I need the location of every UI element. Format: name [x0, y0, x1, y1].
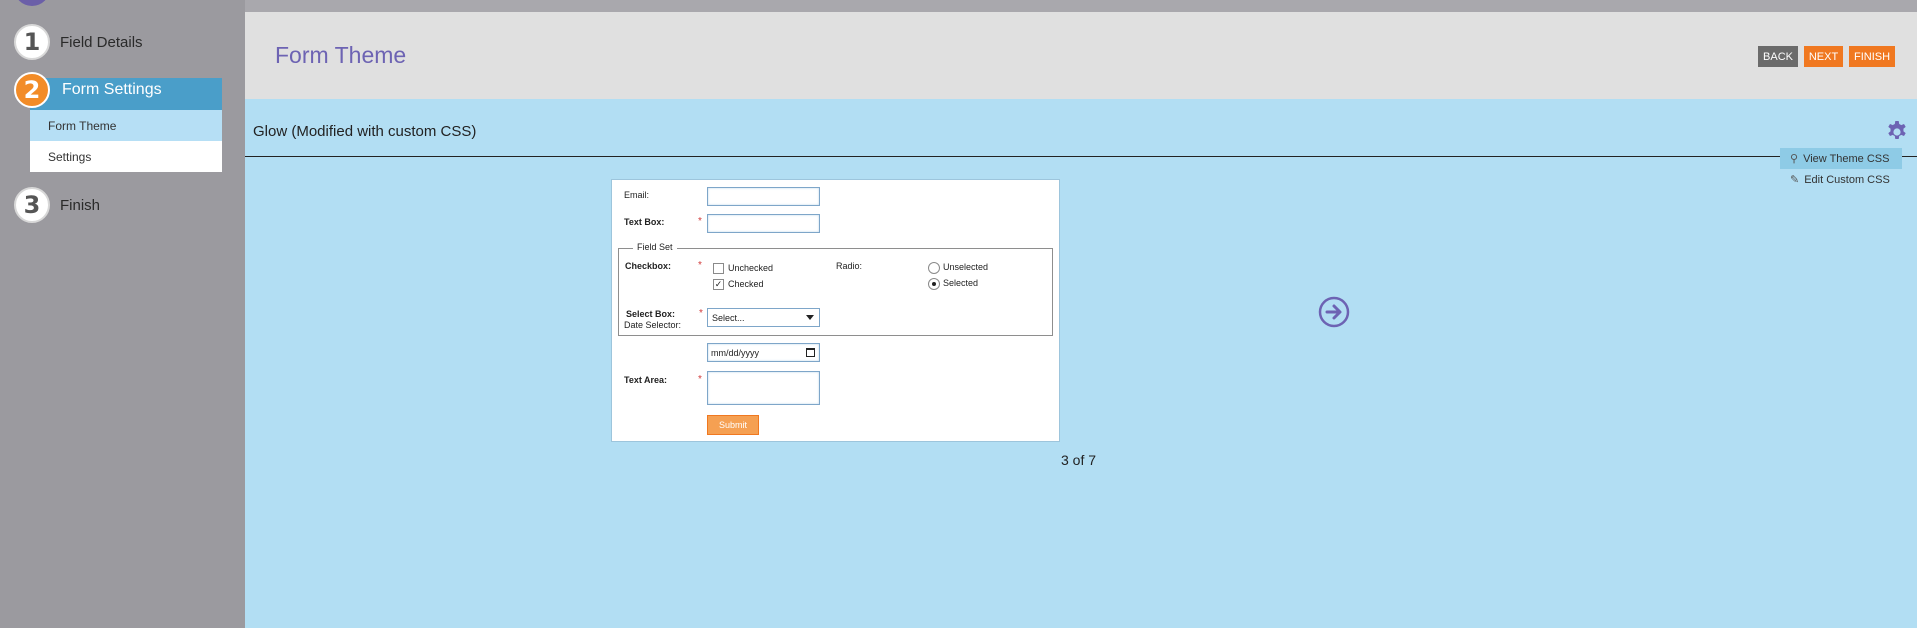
field-set: Field Set Checkbox: * Unchecked ✓ Checke…	[618, 242, 1053, 336]
email-field[interactable]	[707, 187, 820, 206]
next-button[interactable]: NEXT	[1804, 46, 1843, 67]
step-label: Finish	[60, 196, 101, 214]
step-label: Form Settings	[62, 81, 162, 98]
top-strip	[245, 0, 1917, 12]
radio-unselected[interactable]	[928, 262, 940, 274]
step-label: Field Details	[60, 33, 143, 51]
sub-item-settings[interactable]: Settings	[30, 141, 222, 172]
textarea-field[interactable]	[707, 371, 820, 405]
checkbox-checked[interactable]: ✓	[713, 279, 724, 290]
form-preview: Email: Text Box: * Field Set Checkbox: *…	[611, 179, 1060, 442]
checkbox-option-label: Checked	[728, 279, 764, 289]
gear-icon[interactable]	[1885, 120, 1909, 144]
required-mark: *	[698, 374, 702, 385]
textbox-label: Text Box:	[624, 217, 665, 227]
view-theme-css-item[interactable]: ⚲ View Theme CSS	[1780, 148, 1902, 169]
required-mark: *	[698, 260, 702, 271]
checkbox-unchecked[interactable]	[713, 263, 724, 274]
radio-option-label: Selected	[943, 278, 979, 288]
chevron-down-icon	[806, 315, 814, 320]
radio-option-label: Unselected	[943, 262, 989, 272]
checkbox-option-label: Unchecked	[728, 263, 774, 273]
edit-custom-css-item[interactable]: ✎ Edit Custom CSS	[1780, 169, 1902, 190]
date-placeholder: mm/dd/yyyy	[711, 347, 760, 358]
menu-item-label: View Theme CSS	[1803, 152, 1890, 165]
pager-text: 3 of 7	[1061, 452, 1097, 468]
select-value: Select...	[712, 312, 745, 323]
theme-name: Glow (Modified with custom CSS)	[253, 123, 477, 140]
checkbox-label: Checkbox:	[625, 261, 672, 271]
pencil-icon: ✎	[1790, 174, 1800, 186]
back-button[interactable]: BACK	[1758, 46, 1798, 67]
date-label: Date Selector:	[624, 320, 682, 330]
wizard-sidebar: 1 Field Details 2 Form Settings Form The…	[0, 0, 245, 628]
main-panel: Form Theme BACK NEXT FINISH Glow (Modifi…	[245, 0, 1917, 628]
step-field-details[interactable]: 1 Field Details	[14, 24, 143, 60]
page-header: Form Theme BACK NEXT FINISH	[245, 12, 1917, 99]
step-number: 3	[14, 187, 50, 223]
select-box[interactable]: Select...	[707, 308, 820, 327]
finish-button[interactable]: FINISH	[1849, 46, 1895, 67]
radio-label: Radio:	[836, 261, 863, 271]
css-menu: ⚲ View Theme CSS ✎ Edit Custom CSS	[1780, 148, 1902, 190]
fieldset-legend: Field Set	[633, 242, 677, 252]
step-number: 2	[14, 72, 50, 108]
step-number: 1	[14, 24, 50, 60]
logo-fragment	[14, 0, 50, 6]
sub-item-form-theme[interactable]: Form Theme	[30, 110, 222, 141]
email-label: Email:	[624, 190, 650, 200]
step-finish[interactable]: 3 Finish	[14, 187, 100, 223]
page-title: Form Theme	[275, 42, 407, 68]
textarea-label: Text Area:	[624, 375, 668, 385]
required-mark: *	[699, 308, 703, 319]
theme-row: Glow (Modified with custom CSS)	[245, 99, 1917, 157]
date-selector-field[interactable]: mm/dd/yyyy	[707, 343, 820, 362]
menu-item-label: Edit Custom CSS	[1804, 173, 1890, 186]
required-mark: *	[698, 216, 702, 227]
calendar-icon[interactable]	[806, 348, 815, 357]
step-form-settings[interactable]: 2 Form Settings	[14, 72, 162, 108]
magnifier-icon: ⚲	[1790, 153, 1799, 165]
textbox-field[interactable]	[707, 214, 820, 233]
selectbox-label: Select Box:	[626, 309, 676, 319]
arrow-right-circle-icon[interactable]	[1318, 296, 1350, 328]
submit-button[interactable]: Submit	[707, 415, 759, 435]
radio-selected[interactable]	[928, 278, 940, 290]
